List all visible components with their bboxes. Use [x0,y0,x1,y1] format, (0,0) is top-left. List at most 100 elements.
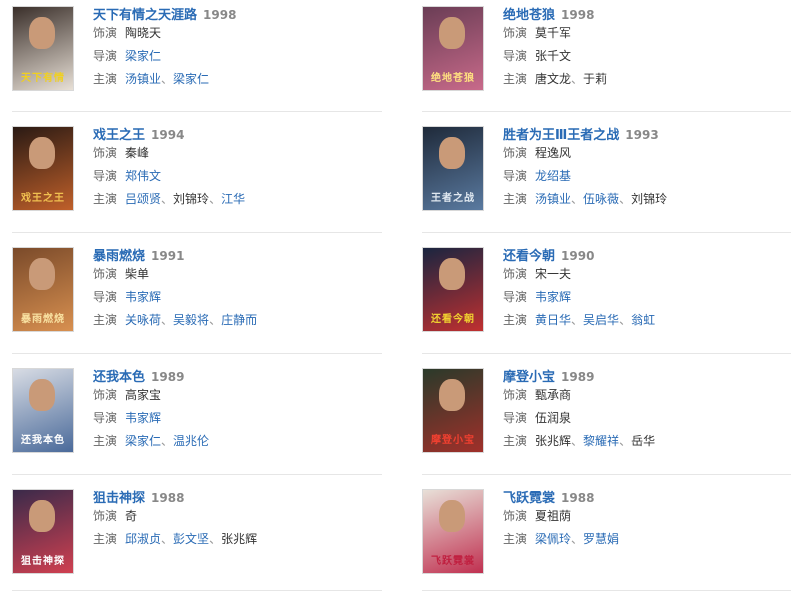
director-name: 张千文 [535,49,572,63]
movie-item: 狙击神探 狙击神探 1988 饰演奇主演 邱淑贞、彭文坚、张兆辉 [12,489,392,609]
poster-figure [29,258,55,290]
cast-member-name[interactable]: 梁佩玲 [535,532,571,546]
cast-member-name[interactable]: 梁家仁 [125,434,161,448]
movie-poster[interactable]: 飞跃霓裳 [422,489,484,574]
separator: 、 [571,434,584,448]
movie-info: 飞跃霓裳 1988 饰演 夏祖荫 主演 梁佩玲、罗慧娟 [503,489,791,551]
title-line: 暴雨燃烧 1991 [93,247,383,264]
cast-member-name[interactable]: 吴毅将 [173,313,209,327]
role-label: 饰演 [503,267,528,281]
cast-member-name[interactable]: 罗慧娟 [583,532,619,546]
cast-member-name[interactable]: 吴启华 [583,313,619,327]
movie-title-link[interactable]: 飞跃霓裳 [503,491,555,506]
movie-item: 摩登小宝 摩登小宝 1989 饰演 甄承商 导演 伍润泉 主演 张兆辉、黎耀祥、岳华 [422,368,791,488]
movie-info: 还我本色 1989 饰演 高家宝 导演 韦家辉 主演 梁家仁、温兆伦 [93,368,383,453]
movie-title-link[interactable]: 胜者为王Ⅲ王者之战 [503,128,619,143]
director-row: 导演 韦家辉 [93,407,383,430]
cast-label: 主演 [93,192,118,206]
cast-member-name: 刘锦玲 [173,192,210,206]
role-name: 秦峰 [125,146,150,160]
poster-figure [439,17,465,49]
poster-title-art: 王者之战 [431,193,475,204]
movie-year: 1989 [561,370,595,384]
separator: 、 [161,434,174,448]
director-name[interactable]: 郑伟文 [125,169,161,183]
row-divider [12,474,382,475]
cast-member-name[interactable]: 庄静而 [221,313,257,327]
movie-poster[interactable]: 天下有情 [12,6,74,91]
movie-title-link[interactable]: 天下有情之天涯路 [93,8,197,23]
cast-member-name[interactable]: 彭文坚 [173,532,209,546]
movie-item: 暴雨燃烧 暴雨燃烧 1991 饰演 柴单 导演 韦家辉 主演 关咏荷、吴毅将、庄静而 [12,247,392,367]
cast-member-name[interactable]: 黄日华 [535,313,571,327]
title-line: 戏王之王 1994 [93,126,383,143]
cast-member-name[interactable]: 吕颂贤 [125,192,161,206]
poster-title-art: 还看今朝 [431,314,475,325]
title-line: 还看今朝 1990 [503,247,791,264]
cast-member-name[interactable]: 汤镇业 [125,72,161,86]
separator: 、 [209,313,222,327]
movie-poster[interactable]: 绝地苍狼 [422,6,484,91]
cast-label: 主演 [93,313,118,327]
role-label: 饰演 [503,509,528,523]
movie-poster[interactable]: 还看今朝 [422,247,484,332]
role-row: 饰演 甄承商 [503,384,791,407]
director-row: 导演 韦家辉 [503,286,791,309]
cast-member-name[interactable]: 关咏荷 [125,313,161,327]
movie-title-link[interactable]: 还看今朝 [503,249,555,264]
role-name: 宋一夫 [535,267,572,281]
role-name: 程逸风 [535,146,572,160]
movie-poster[interactable]: 狙击神探 [12,489,74,574]
movie-title-link[interactable]: 摩登小宝 [503,370,555,385]
director-row: 导演 龙绍基 [503,165,791,188]
title-line: 狙击神探 1988 [93,489,383,506]
movie-title-link[interactable]: 戏王之王 [93,128,145,143]
title-line: 摩登小宝 1989 [503,368,791,385]
cast-member-name[interactable]: 伍咏薇 [583,192,619,206]
poster-figure [439,500,465,532]
movie-info: 还看今朝 1990 饰演 宋一夫 导演 韦家辉 主演 黄日华、吴启华、翁虹 [503,247,791,332]
separator: 、 [619,434,632,448]
poster-title-art: 戏王之王 [21,193,65,204]
title-line: 绝地苍狼 1998 [503,6,791,23]
movie-poster[interactable]: 还我本色 [12,368,74,453]
poster-title-art: 摩登小宝 [431,435,475,446]
role-label: 饰演 [93,146,118,160]
poster-title-art: 暴雨燃烧 [21,314,65,325]
movie-title-link[interactable]: 绝地苍狼 [503,8,555,23]
cast-member-name[interactable]: 汤镇业 [535,192,571,206]
cast-member-name[interactable]: 黎耀祥 [583,434,619,448]
director-row: 导演 伍润泉 [503,407,791,430]
separator: 、 [571,532,584,546]
role-label: 饰演 [503,388,528,402]
role-label: 饰演 [503,146,528,160]
director-row: 导演 韦家辉 [93,286,383,309]
director-name[interactable]: 韦家辉 [125,411,161,425]
movie-title-link[interactable]: 暴雨燃烧 [93,249,145,264]
separator: 、 [619,313,632,327]
cast-member-name[interactable]: 翁虹 [631,313,655,327]
movie-poster[interactable]: 戏王之王 [12,126,74,211]
cast-member-name[interactable]: 梁家仁 [173,72,209,86]
director-name[interactable]: 梁家仁 [125,49,161,63]
cast-label: 主演 [93,434,118,448]
cast-member-name: 张兆辉 [221,532,258,546]
cast-member-name[interactable]: 江华 [221,192,245,206]
row-divider [422,353,791,354]
director-label: 导演 [503,49,528,63]
role-name: 甄承商 [535,388,572,402]
movie-poster[interactable]: 暴雨燃烧 [12,247,74,332]
director-name[interactable]: 韦家辉 [125,290,161,304]
director-name: 伍润泉 [535,411,572,425]
movie-title-link[interactable]: 还我本色 [93,370,145,385]
movie-poster[interactable]: 摩登小宝 [422,368,484,453]
movie-poster[interactable]: 王者之战 [422,126,484,211]
role-name: 柴单 [125,267,150,281]
director-name[interactable]: 龙绍基 [535,169,571,183]
role-name: 莫千军 [535,26,572,40]
movie-title-link[interactable]: 狙击神探 [93,491,145,506]
row-divider [12,590,382,591]
cast-member-name[interactable]: 温兆伦 [173,434,209,448]
director-name[interactable]: 韦家辉 [535,290,571,304]
cast-member-name[interactable]: 邱淑贞 [125,532,161,546]
